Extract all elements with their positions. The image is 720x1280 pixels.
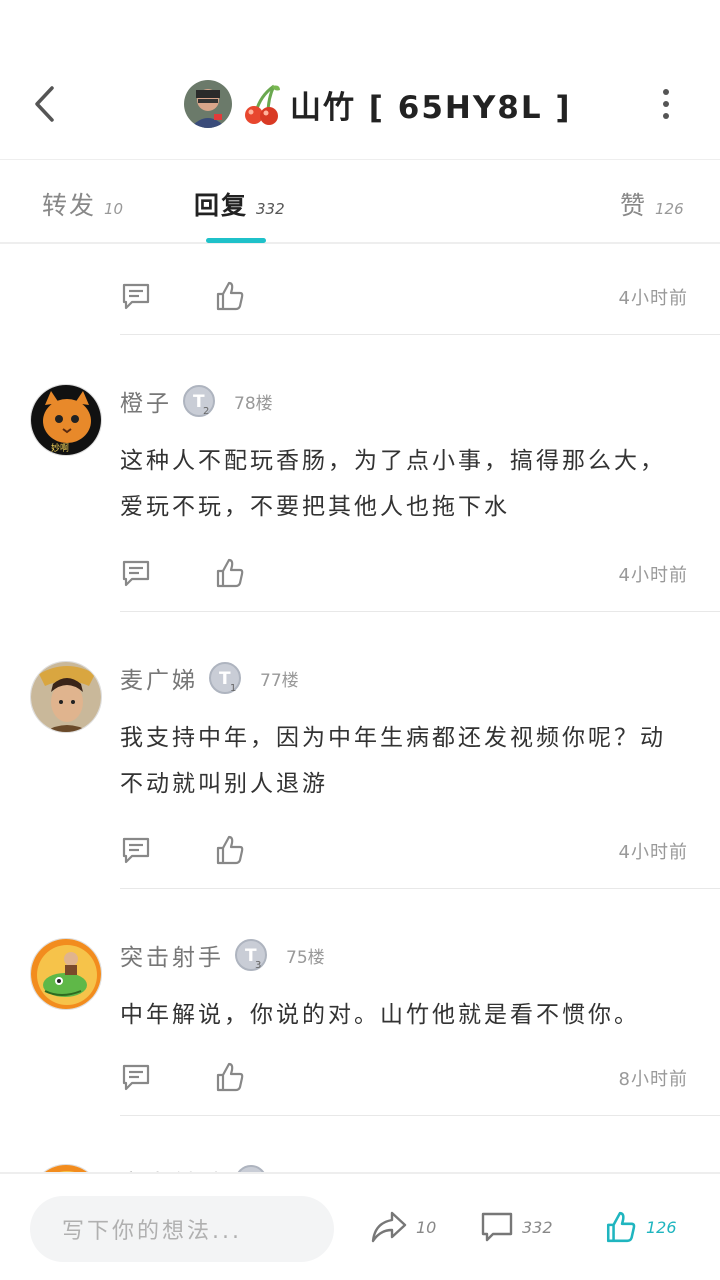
level-number: 3 (255, 960, 261, 971)
divider (120, 1115, 720, 1116)
comment-count: 332 (522, 1217, 553, 1237)
comment-button[interactable]: 332 (480, 1210, 553, 1244)
reply-actions: 4小时前 (120, 246, 720, 346)
tab-replies[interactable]: 回复 332 (194, 186, 285, 222)
cherry-icon (245, 84, 280, 125)
divider (120, 334, 720, 335)
avatar[interactable]: 妙啊 (30, 384, 102, 456)
more-icon-dot (663, 101, 669, 107)
tab-count: 332 (256, 200, 285, 218)
reply-time: 4小时前 (618, 842, 688, 863)
level-badge-icon: T2 (183, 385, 215, 417)
reply-time: 8小时前 (618, 1069, 688, 1090)
top-header: 山竹 [ 65HY8L ] (0, 48, 720, 160)
reply-actions: 4小时前 (120, 800, 720, 900)
like-icon[interactable] (214, 834, 246, 866)
floor-number: 77楼 (260, 670, 299, 691)
reply-text: 这种人不配玩香肠，为了点小事，搞得那么大，爱玩不玩，不要把其他人也拖下水 (120, 448, 666, 520)
reply-actions: 8小时前 (120, 1027, 720, 1127)
svg-text:妙啊: 妙啊 (51, 442, 69, 454)
tab-forward[interactable]: 转发 10 (42, 186, 123, 222)
tab-bar: 转发 10 回复 332 赞 126 (0, 160, 720, 244)
more-icon-dot (663, 113, 669, 119)
like-icon[interactable] (214, 1061, 246, 1093)
reply-time: 4小时前 (618, 288, 688, 309)
post-author[interactable]: 山竹 [ 65HY8L ] (184, 78, 572, 130)
reply-actions: 4小时前 (120, 523, 720, 623)
tab-likes[interactable]: 赞 126 (620, 186, 684, 222)
share-button[interactable]: 10 (370, 1210, 436, 1244)
page-title: 山竹 [ 65HY8L ] (290, 89, 572, 126)
tab-count: 10 (104, 200, 124, 218)
reply-input-placeholder: 写下你的想法... (62, 1219, 242, 1244)
bottom-action-bar: 写下你的想法... 10 332 126 (0, 1172, 720, 1280)
reply-time: 4小时前 (618, 565, 688, 586)
reply-input[interactable]: 写下你的想法... (30, 1196, 334, 1262)
comment-icon[interactable] (120, 557, 152, 589)
tab-label: 转发 (42, 191, 97, 220)
back-arrow-icon (35, 86, 54, 122)
level-number: 2 (203, 406, 209, 417)
level-badge-icon: T3 (235, 939, 267, 971)
comment-icon[interactable] (120, 834, 152, 866)
like-icon (606, 1211, 636, 1243)
reply-list[interactable]: 4小时前 妙啊 橙子 T2 78楼 这种人不配玩香肠，为了点小事，搞得那么大，爱… (0, 246, 720, 1174)
share-count: 10 (416, 1217, 437, 1237)
like-icon[interactable] (214, 280, 246, 312)
username[interactable]: 麦广娣 (120, 661, 198, 695)
like-icon[interactable] (214, 557, 246, 589)
author-avatar[interactable] (184, 80, 232, 128)
tab-count: 126 (655, 200, 684, 218)
avatar[interactable] (30, 938, 102, 1010)
back-button[interactable] (26, 82, 62, 126)
floor-number: 75楼 (286, 947, 325, 968)
level-number: 1 (230, 683, 236, 694)
tab-label: 回复 (194, 191, 249, 220)
avatar[interactable] (30, 661, 102, 733)
reply-header: 麦广娣 T1 77楼 (120, 661, 299, 695)
username[interactable]: 突击射手 (120, 938, 224, 972)
comment-icon[interactable] (120, 1061, 152, 1093)
more-button[interactable] (652, 84, 680, 124)
comment-icon (481, 1212, 513, 1242)
reply-text: 我支持中年，因为中年生病都还发视频你呢？动不动就叫别人退游 (120, 725, 666, 797)
like-count: 126 (646, 1217, 677, 1237)
divider (120, 888, 720, 889)
share-icon (371, 1211, 407, 1243)
more-icon-dot (663, 89, 669, 95)
active-tab-indicator (206, 238, 266, 243)
level-badge-icon: T1 (209, 662, 241, 694)
comment-icon[interactable] (120, 280, 152, 312)
like-button[interactable]: 126 (604, 1210, 677, 1244)
divider (120, 611, 720, 612)
tab-label: 赞 (620, 191, 648, 220)
reply-header: 橙子 T2 78楼 (120, 384, 273, 418)
reply-header: 突击射手 T3 75楼 (120, 938, 325, 972)
username[interactable]: 橙子 (120, 384, 172, 418)
floor-number: 78楼 (234, 393, 273, 414)
